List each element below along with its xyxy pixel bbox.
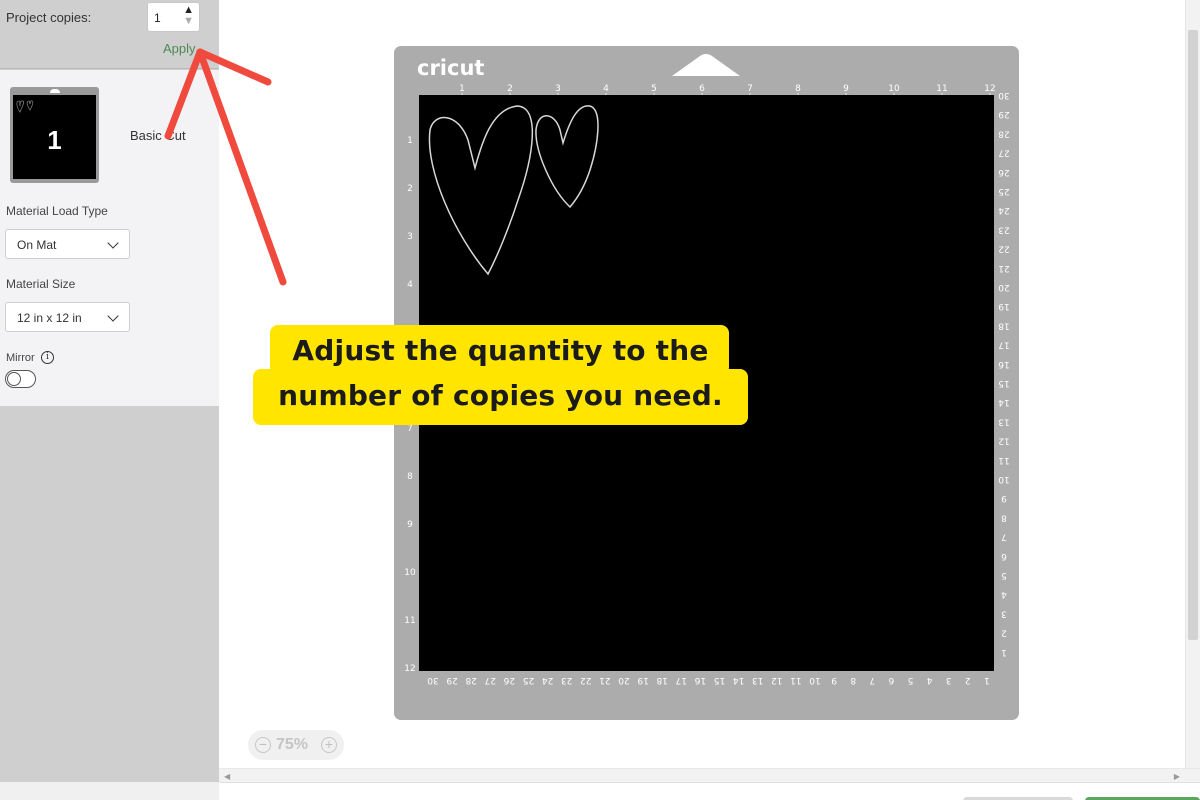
- ruler-top-label: 8: [795, 84, 801, 94]
- ruler-top-label: 1: [459, 84, 465, 94]
- ruler-bottom-label: 21: [599, 675, 610, 685]
- ruler-bottom-label: 23: [561, 675, 572, 685]
- ruler-bottom-label: 19: [637, 675, 649, 685]
- horizontal-scrollbar[interactable]: ◀ ▶: [219, 768, 1200, 782]
- ruler-right-label: 7: [1001, 532, 1007, 542]
- scroll-left-icon[interactable]: ◀: [224, 772, 230, 781]
- ruler-bottom-label: 7: [869, 675, 875, 685]
- instruction-callout: Adjust the quantity to the number of cop…: [253, 325, 748, 425]
- ruler-left-label: 11: [404, 616, 415, 626]
- ruler-bottom-label: 4: [926, 675, 932, 685]
- ruler-right-label: 29: [998, 109, 1010, 119]
- ruler-right-label: 19: [998, 301, 1010, 311]
- ruler-right-label: 5: [1001, 570, 1007, 580]
- ruler-right-label: 13: [998, 416, 1009, 426]
- ruler-right-label: 27: [998, 148, 1009, 158]
- ruler-bottom-label: 27: [485, 675, 496, 685]
- zoom-control: − 75% +: [248, 730, 344, 760]
- ruler-bottom-label: 13: [752, 675, 763, 685]
- ruler-right-label: 25: [998, 186, 1009, 196]
- scroll-right-icon[interactable]: ▶: [1174, 772, 1180, 781]
- ruler-bottom-label: 15: [714, 675, 725, 685]
- ruler-left-label: 3: [407, 232, 413, 242]
- ruler-bottom-label: 29: [446, 675, 458, 685]
- ruler-right-label: 18: [998, 320, 1010, 330]
- ruler-bottom-label: 1: [984, 675, 990, 685]
- ruler-left-label: 2: [407, 184, 413, 194]
- ruler-bottom-label: 17: [676, 675, 687, 685]
- ruler-bottom-label: 24: [542, 675, 554, 685]
- ruler-bottom-label: 30: [427, 675, 439, 685]
- ruler-right-label: 21: [998, 263, 1009, 273]
- ruler-right-label: 30: [998, 90, 1010, 100]
- ruler-bottom-label: 14: [733, 675, 745, 685]
- ruler-bottom-label: 5: [908, 675, 914, 685]
- ruler-right-label: 6: [1001, 551, 1007, 561]
- ruler-left-label: 4: [407, 280, 413, 290]
- ruler-right-label: 14: [998, 397, 1010, 407]
- ruler-right-label: 20: [998, 282, 1010, 292]
- zoom-level: 75%: [276, 736, 309, 753]
- ruler-right-label: 3: [1001, 608, 1007, 618]
- ruler-bottom-label: 8: [850, 675, 856, 685]
- ruler-right-label: 17: [998, 340, 1009, 350]
- ruler-bottom-label: 10: [809, 675, 821, 685]
- ruler-bottom-label: 16: [694, 675, 706, 685]
- ruler-right-label: 10: [998, 474, 1010, 484]
- ruler-right-label: 23: [998, 224, 1009, 234]
- ruler-right-label: 2: [1001, 628, 1007, 638]
- ruler-top-label: 10: [888, 84, 900, 94]
- ruler-top-label: 5: [651, 84, 657, 94]
- ruler-bottom-label: 20: [618, 675, 630, 685]
- callout-text-line2: number of copies you need.: [278, 379, 723, 412]
- ruler-right-label: 26: [998, 167, 1010, 177]
- ruler-top-label: 12: [984, 84, 995, 94]
- ruler-left-label: 9: [407, 520, 413, 530]
- ruler-bottom-label: 11: [790, 675, 801, 685]
- ruler-right-label: 11: [998, 455, 1009, 465]
- ruler-right-label: 12: [998, 436, 1009, 446]
- ruler-bottom-label: 6: [888, 675, 894, 685]
- ruler-top-label: 2: [507, 84, 513, 94]
- zoom-in-icon[interactable]: +: [321, 737, 337, 753]
- ruler-right-label: 4: [1001, 589, 1007, 599]
- ruler-top-label: 4: [603, 84, 609, 94]
- zoom-out-icon[interactable]: −: [255, 737, 271, 753]
- ruler-bottom-label: 2: [965, 675, 971, 685]
- pointer-arrow-icon: [164, 48, 287, 286]
- vertical-scrollbar[interactable]: [1185, 0, 1200, 768]
- ruler-left-label: 1: [407, 136, 413, 146]
- ruler-bottom-label: 26: [503, 675, 515, 685]
- ruler-bottom-label: 25: [523, 675, 534, 685]
- ruler-left-label: 12: [404, 664, 415, 674]
- ruler-top-label: 11: [936, 84, 947, 94]
- ruler-right-label: 16: [998, 359, 1010, 369]
- ruler-right-label: 28: [998, 128, 1010, 138]
- ruler-bottom-label: 12: [771, 675, 782, 685]
- ruler-top-label: 7: [747, 84, 753, 94]
- ruler-right-label: 24: [998, 205, 1010, 215]
- ruler-right-label: 8: [1001, 512, 1007, 522]
- ruler-right-label: 1: [1001, 647, 1007, 657]
- ruler-bottom-label: 18: [656, 675, 668, 685]
- cricut-logo: cricut: [417, 56, 484, 80]
- ruler-right-label: 22: [998, 244, 1009, 254]
- ruler-right-label: 15: [998, 378, 1009, 388]
- ruler-bottom-label: 3: [946, 675, 952, 685]
- ruler-right-label: 9: [1001, 493, 1007, 503]
- ruler-bottom-label: 9: [831, 675, 837, 685]
- ruler-bottom-label: 22: [580, 675, 591, 685]
- callout-text-line1: Adjust the quantity to the: [292, 334, 709, 367]
- bottom-left-panel: [0, 782, 219, 800]
- ruler-top-label: 6: [699, 84, 705, 94]
- ruler-left-label: 8: [407, 472, 413, 482]
- vertical-scroll-thumb[interactable]: [1188, 30, 1198, 640]
- ruler-top-label: 9: [843, 84, 849, 94]
- ruler-top-label: 3: [555, 84, 561, 94]
- ruler-bottom-label: 28: [465, 675, 477, 685]
- ruler-left-label: 10: [404, 568, 416, 578]
- ruler-left-label: 7: [407, 424, 413, 434]
